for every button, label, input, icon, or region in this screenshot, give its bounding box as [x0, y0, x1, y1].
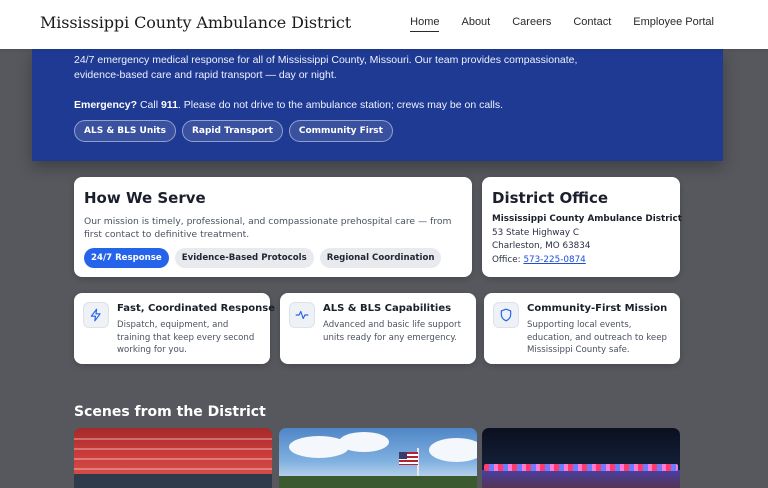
- office-phone-link[interactable]: 573-225-0874: [523, 255, 585, 265]
- chip-community-first[interactable]: Community First: [288, 120, 393, 142]
- emergency-label: Emergency?: [74, 99, 138, 111]
- office-address-line2: Charleston, MO 63834: [492, 241, 591, 251]
- feature-title: ALS & BLS Capabilities: [323, 303, 452, 314]
- feature-card-als-bls: ALS & BLS Capabilities Advanced and basi…: [280, 293, 476, 364]
- feature-desc: Supporting local events, education, and …: [527, 320, 667, 355]
- how-we-serve-title: How We Serve: [84, 189, 206, 207]
- emergency-notice: Emergency? Call 911. Please do not drive…: [74, 98, 634, 113]
- feature-title: Fast, Coordinated Response: [117, 303, 275, 314]
- chip-24-7-response[interactable]: 24/7 Response: [84, 248, 169, 268]
- nav-employee-portal[interactable]: Employee Portal: [633, 16, 714, 32]
- scenes-section-title: Scenes from the District: [74, 404, 266, 420]
- chip-als-bls-units[interactable]: ALS & BLS Units: [74, 120, 176, 142]
- hero-chip-row: ALS & BLS Units Rapid Transport Communit…: [74, 120, 393, 142]
- district-office-card: District Office Mississippi County Ambul…: [482, 177, 682, 277]
- office-phone-row: Office: 573-225-0874: [492, 254, 670, 268]
- pulse-icon: [289, 302, 315, 328]
- office-address-line1: 53 State Highway C: [492, 227, 580, 238]
- main-nav: Home About Careers Contact Employee Port…: [410, 16, 714, 32]
- feature-title: Community-First Mission: [527, 303, 668, 314]
- how-we-serve-text: Our mission is timely, professional, and…: [84, 216, 452, 240]
- office-name: Mississippi County Ambulance District: [492, 214, 682, 224]
- lightning-icon: [83, 302, 109, 328]
- site-brand[interactable]: Mississippi County Ambulance District: [40, 13, 351, 32]
- nav-contact[interactable]: Contact: [573, 16, 611, 32]
- scene-photo-night-lights[interactable]: [482, 428, 680, 488]
- nav-careers[interactable]: Careers: [512, 16, 551, 32]
- office-address-block: Mississippi County Ambulance District 53…: [492, 213, 682, 268]
- chip-regional-coordination[interactable]: Regional Coordination: [319, 248, 442, 268]
- hero-banner: 24/7 emergency medical response for all …: [32, 49, 723, 161]
- shield-icon: [493, 302, 519, 328]
- feature-card-fast-response: Fast, Coordinated Response Dispatch, equ…: [74, 293, 275, 364]
- site-header: Mississippi County Ambulance District Ho…: [0, 0, 768, 49]
- emergency-number: 911: [160, 99, 178, 111]
- scene-photo-building[interactable]: [74, 428, 272, 488]
- chip-rapid-transport[interactable]: Rapid Transport: [181, 120, 283, 142]
- serve-chip-row: 24/7 Response Evidence-Based Protocols R…: [84, 248, 462, 268]
- nav-home[interactable]: Home: [410, 16, 440, 32]
- feature-card-community-first: Community-First Mission Supporting local…: [484, 293, 680, 364]
- scene-photo-flag[interactable]: [279, 428, 477, 488]
- how-we-serve-card: How We Serve Our mission is timely, prof…: [74, 177, 472, 277]
- nav-about[interactable]: About: [461, 16, 490, 32]
- chip-evidence-based-protocols[interactable]: Evidence-Based Protocols: [174, 248, 314, 268]
- hero-description: 24/7 emergency medical response for all …: [74, 54, 578, 81]
- emergency-note: . Please do not drive to the ambulance s…: [177, 99, 504, 111]
- emergency-call: Call: [139, 99, 159, 111]
- feature-desc: Advanced and basic life support units re…: [323, 320, 461, 343]
- district-office-title: District Office: [492, 189, 609, 207]
- office-phone-label: Office:: [492, 254, 521, 265]
- feature-desc: Dispatch, equipment, and training that k…: [117, 320, 255, 355]
